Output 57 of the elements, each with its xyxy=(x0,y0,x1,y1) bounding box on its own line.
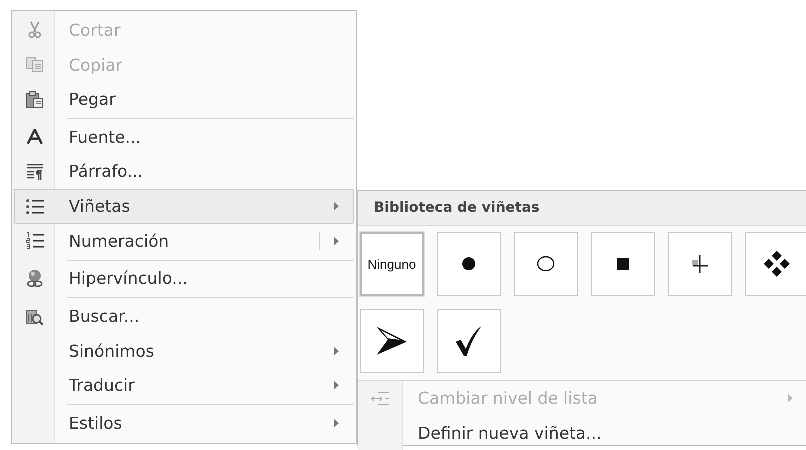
menu-item-label: Definir nueva viñeta... xyxy=(418,424,603,443)
paragraph-icon xyxy=(26,162,44,181)
menu-item-label: Viñetas xyxy=(69,197,132,216)
menu-item[interactable]: Viñetas xyxy=(14,189,354,224)
menu-item-label: Cambiar nivel de lista xyxy=(418,389,599,408)
bullet-tile[interactable] xyxy=(591,232,655,296)
menu-item-label: Hipervínculo... xyxy=(69,269,189,288)
numbered-list-icon xyxy=(26,232,44,250)
menu-item-label: Numeración xyxy=(69,232,170,251)
checkmark-icon xyxy=(455,325,483,357)
search-icon xyxy=(26,308,44,326)
menu-item-label: Estilos xyxy=(69,414,124,434)
cross-icon xyxy=(692,255,708,273)
submenu-arrow-icon xyxy=(334,381,339,390)
bullet-tile[interactable]: Ninguno xyxy=(360,232,424,296)
square-icon xyxy=(617,258,629,270)
arrow-icon xyxy=(376,326,408,356)
menu-item-label: Cortar xyxy=(69,20,122,40)
scissors-icon xyxy=(27,21,43,40)
menu-item-label: Sinónimos xyxy=(69,342,156,361)
menu-item-label: Fuente... xyxy=(69,128,142,147)
bullet-list-icon xyxy=(26,198,44,216)
menu-item[interactable]: Traducir xyxy=(14,368,354,404)
bullet-tile[interactable] xyxy=(437,232,501,296)
circle-icon xyxy=(537,256,555,272)
menu-item-label: Copiar xyxy=(69,56,124,74)
submenu-arrow-icon xyxy=(334,419,339,428)
bullet-tile[interactable] xyxy=(360,309,424,373)
bullet-tile[interactable] xyxy=(668,232,732,296)
globe-link-icon xyxy=(26,268,44,289)
bullet-tile[interactable] xyxy=(514,232,578,296)
menu-item[interactable]: Definir nueva viñeta... xyxy=(358,416,806,450)
submenu-header: Biblioteca de viñetas xyxy=(358,191,806,226)
bullet-tile[interactable] xyxy=(437,309,501,373)
menu-item[interactable]: Pegar xyxy=(14,82,354,118)
menu-item[interactable]: Buscar... xyxy=(14,299,354,334)
menu-item[interactable]: Fuente... xyxy=(14,120,354,155)
submenu-arrow-icon xyxy=(788,394,793,403)
menu-item[interactable]: Párrafo... xyxy=(14,154,354,190)
indent-arrows-icon xyxy=(371,392,389,406)
bullet-tile[interactable] xyxy=(745,232,806,296)
menu-item[interactable]: Hipervínculo... xyxy=(14,262,354,296)
menu-item[interactable]: Sinónimos xyxy=(14,334,354,369)
menu-item-label: Traducir xyxy=(69,376,136,396)
submenu-arrow-icon xyxy=(334,346,339,356)
menu-item-label: Pegar xyxy=(69,90,117,110)
menu-item-label: Buscar... xyxy=(69,307,141,326)
paste-icon xyxy=(26,90,44,109)
diamonds-icon xyxy=(764,251,790,277)
copy-icon xyxy=(26,57,44,73)
font-icon xyxy=(27,129,43,146)
menu-item[interactable]: Numeración xyxy=(14,224,354,259)
submenu-arrow-icon xyxy=(334,202,339,212)
dot-icon xyxy=(462,257,476,271)
submenu-arrow-icon xyxy=(334,236,339,246)
menu-item-label: Párrafo... xyxy=(69,162,144,182)
menu-item[interactable]: Estilos xyxy=(14,406,354,441)
